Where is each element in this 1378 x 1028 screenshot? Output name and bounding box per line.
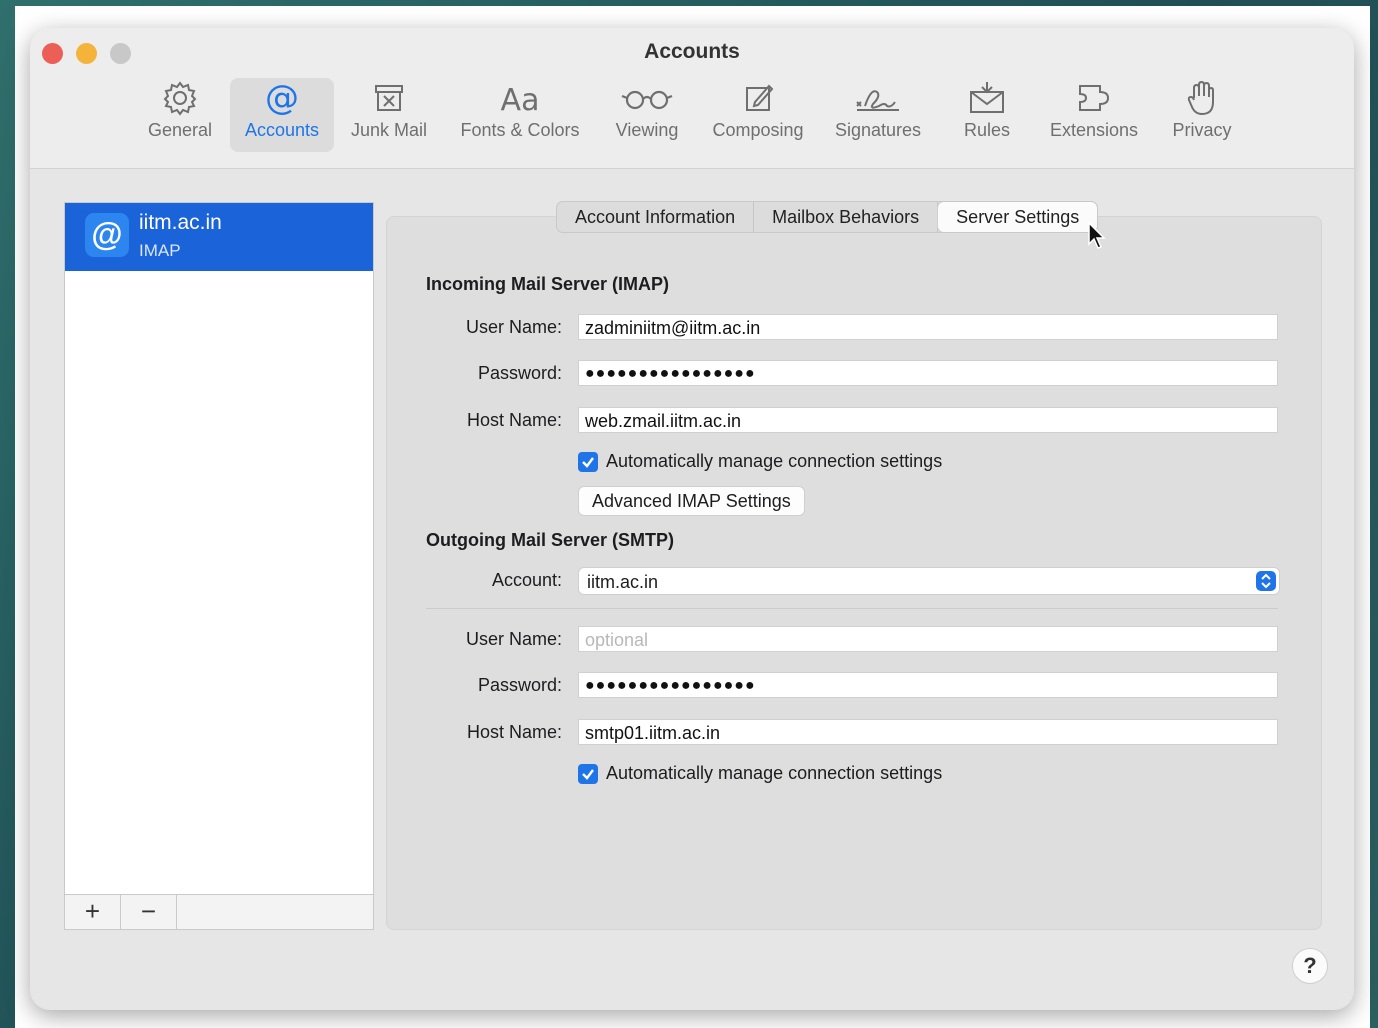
outgoing-auto-manage-checkbox[interactable] (578, 764, 598, 784)
account-row-iitm[interactable]: @ iitm.ac.in IMAP (65, 203, 373, 271)
toolbar-extensions-label: Extensions (1049, 120, 1139, 140)
account-name: iitm.ac.in (139, 211, 222, 234)
junk-mail-icon (375, 85, 403, 111)
outgoing-password-label: Password: (477, 675, 562, 695)
toolbar-junk-mail-label: Junk Mail (350, 120, 428, 140)
glasses-icon (621, 90, 673, 110)
section-divider (426, 608, 1278, 609)
outgoing-password-field[interactable]: ●●●●●●●●●●●●●●●● (578, 672, 1278, 698)
advanced-imap-settings-button[interactable]: Advanced IMAP Settings (578, 486, 805, 516)
toolbar-fonts-colors-label: Fonts & Colors (460, 120, 580, 140)
outgoing-hostname-label: Host Name: (466, 722, 562, 742)
incoming-username-field[interactable]: zadminiitm@iitm.ac.in (578, 314, 1278, 340)
outgoing-account-label: Account: (491, 570, 562, 590)
toolbar-rules-label: Rules (963, 120, 1011, 140)
account-at-icon: @ (85, 213, 129, 257)
at-icon: @ (265, 78, 299, 118)
remove-account-button[interactable]: − (121, 895, 177, 929)
account-tabs: Account Information Mailbox Behaviors Se… (556, 201, 1099, 233)
help-button[interactable]: ? (1292, 948, 1328, 984)
toolbar-composing-label: Composing (712, 120, 804, 140)
tab-mailbox-behaviors[interactable]: Mailbox Behaviors (754, 202, 939, 232)
outgoing-hostname-field[interactable]: smtp01.iitm.ac.in (578, 719, 1278, 745)
hand-icon (1187, 80, 1214, 116)
toolbar-signatures[interactable]: Signatures (826, 78, 930, 152)
account-type: IMAP (139, 241, 181, 260)
svg-text:@: @ (265, 78, 299, 118)
toolbar-general-label: General (147, 120, 213, 140)
toolbar-extensions[interactable]: Extensions (1038, 78, 1150, 152)
incoming-username-label: User Name: (465, 317, 562, 337)
toolbar-privacy-label: Privacy (1172, 120, 1232, 140)
gear-icon (163, 81, 197, 116)
toolbar-general[interactable]: General (138, 78, 222, 152)
extensions-icon (1079, 85, 1110, 111)
incoming-auto-manage-label: Automatically manage connection settings (606, 451, 943, 471)
rules-icon (970, 82, 1004, 113)
mouse-cursor-icon (1088, 222, 1106, 249)
incoming-auto-manage-checkbox[interactable] (578, 452, 598, 472)
toolbar-accounts[interactable]: @ Accounts (230, 78, 334, 152)
toolbar-rules[interactable]: Rules (952, 78, 1022, 152)
svg-text:Aa: Aa (501, 83, 540, 118)
outgoing-account-popup[interactable]: iitm.ac.in (578, 567, 1280, 595)
toolbar-accounts-label: Accounts (244, 120, 320, 140)
toolbar-composing[interactable]: Composing (704, 78, 812, 152)
toolbar-viewing[interactable]: Viewing (604, 78, 690, 152)
incoming-password-label: Password: (477, 363, 562, 383)
toolbar-viewing-label: Viewing (615, 120, 679, 140)
accounts-sidebar: @ iitm.ac.in IMAP + − (64, 202, 374, 930)
preferences-window: Accounts General @ Accounts Junk Mail Aa… (30, 28, 1354, 1010)
incoming-password-field[interactable]: ●●●●●●●●●●●●●●●● (578, 360, 1278, 386)
compose-icon (746, 84, 774, 111)
window-title: Accounts (644, 40, 740, 63)
add-account-button[interactable]: + (65, 895, 121, 929)
incoming-hostname-label: Host Name: (466, 410, 562, 430)
outgoing-section-title: Outgoing Mail Server (SMTP) (426, 530, 675, 550)
toolbar-fonts-colors[interactable]: Aa Fonts & Colors (450, 78, 590, 152)
outgoing-auto-manage-label: Automatically manage connection settings (606, 763, 943, 783)
toolbar-privacy[interactable]: Privacy (1164, 78, 1240, 152)
checkmark-icon (582, 769, 594, 780)
tab-account-information[interactable]: Account Information (557, 202, 755, 232)
toolbar-junk-mail[interactable]: Junk Mail (342, 78, 436, 152)
incoming-hostname-field[interactable]: web.zmail.iitm.ac.in (578, 407, 1278, 433)
popup-arrows-icon (1256, 571, 1276, 591)
tab-server-settings[interactable]: Server Settings (938, 202, 1098, 232)
toolbar-signatures-label: Signatures (834, 120, 922, 140)
outgoing-username-field[interactable]: optional (578, 626, 1278, 652)
fonts-icon: Aa (501, 83, 540, 118)
sidebar-footer: + − (65, 894, 373, 929)
incoming-section-title: Incoming Mail Server (IMAP) (426, 274, 670, 294)
outgoing-account-value: iitm.ac.in (587, 572, 659, 592)
signature-icon (856, 90, 899, 111)
outgoing-username-label: User Name: (465, 629, 562, 649)
titlebar: Accounts General @ Accounts Junk Mail Aa… (30, 28, 1354, 169)
checkmark-icon (582, 457, 594, 468)
